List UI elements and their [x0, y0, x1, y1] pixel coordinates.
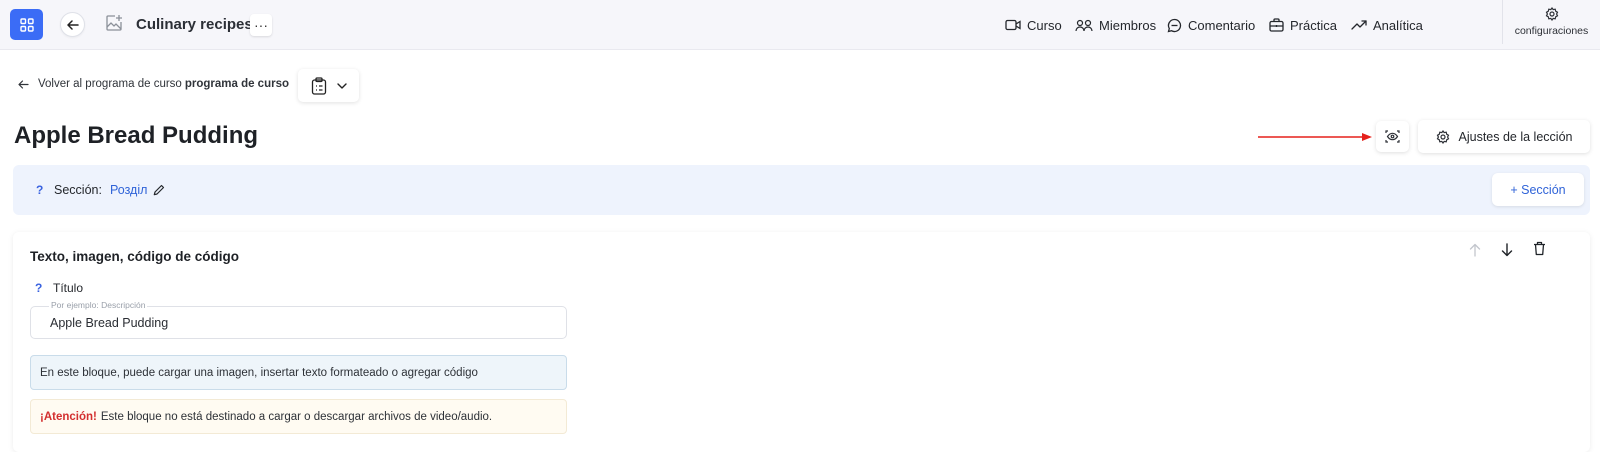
section-bar: ? Sección: Розділ + Sección: [13, 165, 1590, 215]
nav-label: Práctica: [1290, 17, 1337, 33]
back-link-text: Volver al programa de curso: [38, 78, 182, 90]
title-input-value: Apple Bread Pudding: [50, 316, 169, 330]
apps-grid-icon[interactable]: [10, 9, 43, 40]
nav-label: Analítica: [1373, 17, 1423, 33]
lesson-title: Apple Bread Pudding: [14, 122, 259, 149]
annotation-arrow-icon: [1258, 133, 1372, 141]
arrow-left-icon: [66, 19, 79, 30]
title-input-placeholder: Por ejemplo: Descripción: [49, 300, 148, 310]
video-camera-icon: [1005, 19, 1021, 31]
section-value-link[interactable]: Розділ: [110, 183, 165, 197]
trash-icon[interactable]: [1533, 241, 1546, 256]
trending-up-icon: [1351, 20, 1367, 30]
move-up-icon[interactable]: [1469, 243, 1481, 257]
arrow-left-icon: [18, 79, 29, 89]
nav-label: Curso: [1027, 17, 1062, 33]
add-section-button[interactable]: + Sección: [1492, 173, 1584, 206]
warning-text: Este bloque no está destinado a cargar o…: [100, 410, 493, 423]
more-icon: ···: [254, 17, 268, 33]
move-down-icon[interactable]: [1501, 243, 1513, 257]
preview-button[interactable]: [1376, 121, 1409, 152]
nav-label: Miembros: [1099, 17, 1157, 33]
content-block: Texto, imagen, código de código ? Título…: [13, 232, 1590, 452]
nav-item-analitica[interactable]: Analítica: [1351, 0, 1423, 50]
comment-bubble-icon: [1167, 18, 1182, 32]
gear-icon: [1436, 129, 1449, 144]
lesson-settings-label: Ajustes de la lección: [1458, 129, 1573, 144]
warning-title: ¡Atención!: [40, 410, 97, 423]
nav-item-curso[interactable]: Curso: [1005, 0, 1062, 50]
nav-item-practica[interactable]: Práctica: [1269, 0, 1337, 50]
back-to-syllabus-link[interactable]: Volver al programa de curso programa de …: [18, 78, 289, 90]
settings-label: configuraciones: [1514, 25, 1589, 37]
lesson-settings-button[interactable]: Ajustes de la lección: [1418, 120, 1590, 153]
section-label: Sección:: [54, 183, 102, 197]
pencil-edit-icon[interactable]: [153, 184, 165, 196]
briefcase-icon: [1269, 18, 1284, 32]
nav-label: Comentario: [1188, 17, 1256, 33]
warning-notice: ¡Atención! Este bloque no está destinado…: [30, 399, 567, 434]
nav-item-comentario[interactable]: Comentario: [1167, 0, 1255, 50]
section-help-icon[interactable]: ?: [36, 183, 43, 197]
users-icon: [1075, 19, 1093, 31]
nav-item-miembros[interactable]: Miembros: [1075, 0, 1156, 50]
eye-preview-icon: [1385, 130, 1400, 143]
section-value-text: Розділ: [110, 183, 148, 197]
more-options-button[interactable]: ···: [250, 14, 272, 36]
syllabus-dropdown-button[interactable]: [298, 69, 359, 102]
title-input[interactable]: Por ejemplo: Descripción Apple Bread Pud…: [30, 300, 567, 339]
top-bar: Culinary recipes ··· Curso Miembros Come…: [0, 0, 1600, 50]
settings-button[interactable]: configuraciones: [1502, 0, 1600, 44]
block-title: Texto, imagen, código de código: [30, 249, 240, 264]
field-label: Título: [53, 281, 84, 295]
clipboard-list-icon: [311, 76, 326, 95]
info-notice-text: En este bloque, puede cargar una imagen,…: [40, 366, 478, 379]
field-help-icon[interactable]: ?: [35, 281, 42, 295]
back-link-strong: programa de curso: [184, 78, 289, 90]
info-notice: En este bloque, puede cargar una imagen,…: [30, 355, 567, 390]
course-image-icon[interactable]: [105, 14, 123, 37]
course-title: Culinary recipes: [136, 16, 253, 33]
gear-icon: [1545, 7, 1558, 21]
back-button[interactable]: [60, 12, 85, 37]
chevron-down-icon: [336, 82, 347, 89]
